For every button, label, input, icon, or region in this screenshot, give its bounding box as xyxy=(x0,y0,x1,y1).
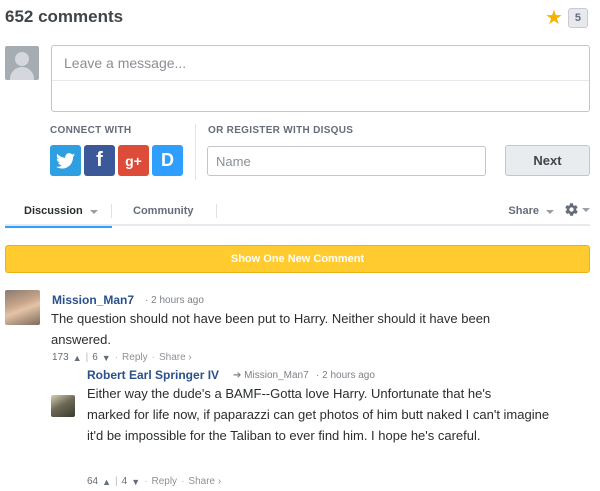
next-button[interactable]: Next xyxy=(505,145,590,176)
divider xyxy=(195,124,196,180)
footer-divider: · xyxy=(151,352,155,363)
comment-footer: 64 ▲ | 4 ▼ · Reply · Share › xyxy=(87,476,221,487)
settings-menu[interactable] xyxy=(564,202,590,217)
chevron-down-icon xyxy=(546,209,554,214)
message-input[interactable] xyxy=(52,46,589,81)
google-plus-glyph: g+ xyxy=(125,152,142,169)
twitter-icon[interactable] xyxy=(50,145,81,176)
google-plus-icon[interactable]: g+ xyxy=(118,145,149,176)
footer-divider: · xyxy=(144,476,148,487)
upvote-count: 64 xyxy=(87,476,99,487)
comment-body: Either way the dude's a BAMF--Gotta love… xyxy=(87,383,549,446)
comment-author[interactable]: Robert Earl Springer IV xyxy=(87,368,219,382)
reply-link[interactable]: Reply xyxy=(151,476,177,487)
social-login-buttons: f g+ D xyxy=(50,145,183,176)
downvote-count: 4 xyxy=(121,476,128,487)
gear-icon[interactable] xyxy=(564,202,579,217)
comment-footer: 173 ▲ | 6 ▼ · Reply · Share › xyxy=(52,352,192,363)
reply-arrow-icon: ➔ xyxy=(233,370,242,381)
tab-community-label: Community xyxy=(133,205,194,217)
connect-with-label: CONNECT WITH xyxy=(50,125,132,136)
recommend-button[interactable]: ★ 5 xyxy=(545,8,588,28)
share-label: Share xyxy=(508,205,539,217)
comment-body: The question should not have been put to… xyxy=(51,308,490,350)
comment-line: answered. xyxy=(51,332,111,347)
register-label: OR REGISTER WITH DISQUS xyxy=(208,125,354,136)
show-new-comment-button[interactable]: Show One New Comment xyxy=(5,245,590,273)
tab-divider xyxy=(216,204,217,218)
upvote-count: 173 xyxy=(52,352,69,363)
tab-discussion-label: Discussion xyxy=(24,205,83,217)
chevron-down-icon xyxy=(582,208,590,212)
comment-count: 652 comments xyxy=(5,7,124,26)
comment-author[interactable]: Mission_Man7 xyxy=(52,293,134,307)
footer-divider: · xyxy=(114,352,119,363)
comment-line: marked for life now, if paparazzi can ge… xyxy=(87,407,550,422)
name-field[interactable] xyxy=(207,146,486,176)
comments-header: 652 comments ★ 5 xyxy=(5,6,588,30)
discussion-nav: Discussion Community Share xyxy=(5,196,590,228)
comment-line: Either way the dude's a BAMF--Gotta love… xyxy=(87,386,492,401)
reply-link[interactable]: Reply xyxy=(122,352,148,363)
footer-divider: | xyxy=(115,476,118,487)
share-link[interactable]: Share › xyxy=(188,476,221,487)
upvote-icon[interactable]: ▲ xyxy=(102,477,111,487)
comment-time-text: 2 hours ago xyxy=(151,295,204,306)
tab-divider xyxy=(111,204,112,218)
message-composer[interactable] xyxy=(51,45,590,112)
comment-line: The question should not have been put to… xyxy=(51,311,491,326)
tab-discussion[interactable]: Discussion xyxy=(5,196,112,228)
comment-time[interactable]: · 2 hours ago xyxy=(316,370,375,381)
comment-time-text: 2 hours ago xyxy=(322,370,375,381)
downvote-count: 6 xyxy=(92,352,98,363)
upvote-icon[interactable]: ▲ xyxy=(73,353,82,363)
chevron-down-icon xyxy=(89,209,98,214)
disqus-glyph: D xyxy=(161,150,174,170)
share-link[interactable]: Share › xyxy=(159,352,192,363)
avatar[interactable] xyxy=(51,395,75,417)
recommend-count: 5 xyxy=(567,8,588,28)
tab-community[interactable]: Community xyxy=(133,196,194,226)
footer-divider: | xyxy=(85,352,89,363)
downvote-icon[interactable]: ▼ xyxy=(102,353,111,363)
comment-line: it'd be impossible for the Taliban to ev… xyxy=(87,428,481,443)
avatar[interactable] xyxy=(5,290,40,325)
downvote-icon[interactable]: ▼ xyxy=(131,477,140,487)
reply-to-name: Mission_Man7 xyxy=(244,370,309,381)
disqus-icon[interactable]: D xyxy=(152,145,183,176)
facebook-icon[interactable]: f xyxy=(84,145,115,176)
facebook-glyph: f xyxy=(96,149,103,171)
comment-time[interactable]: · 2 hours ago xyxy=(145,295,204,306)
star-icon[interactable]: ★ xyxy=(545,8,563,28)
user-placeholder-icon xyxy=(5,46,39,80)
footer-divider: · xyxy=(181,476,185,487)
reply-to[interactable]: ➔ Mission_Man7 xyxy=(233,370,309,381)
share-menu[interactable]: Share xyxy=(508,196,554,226)
